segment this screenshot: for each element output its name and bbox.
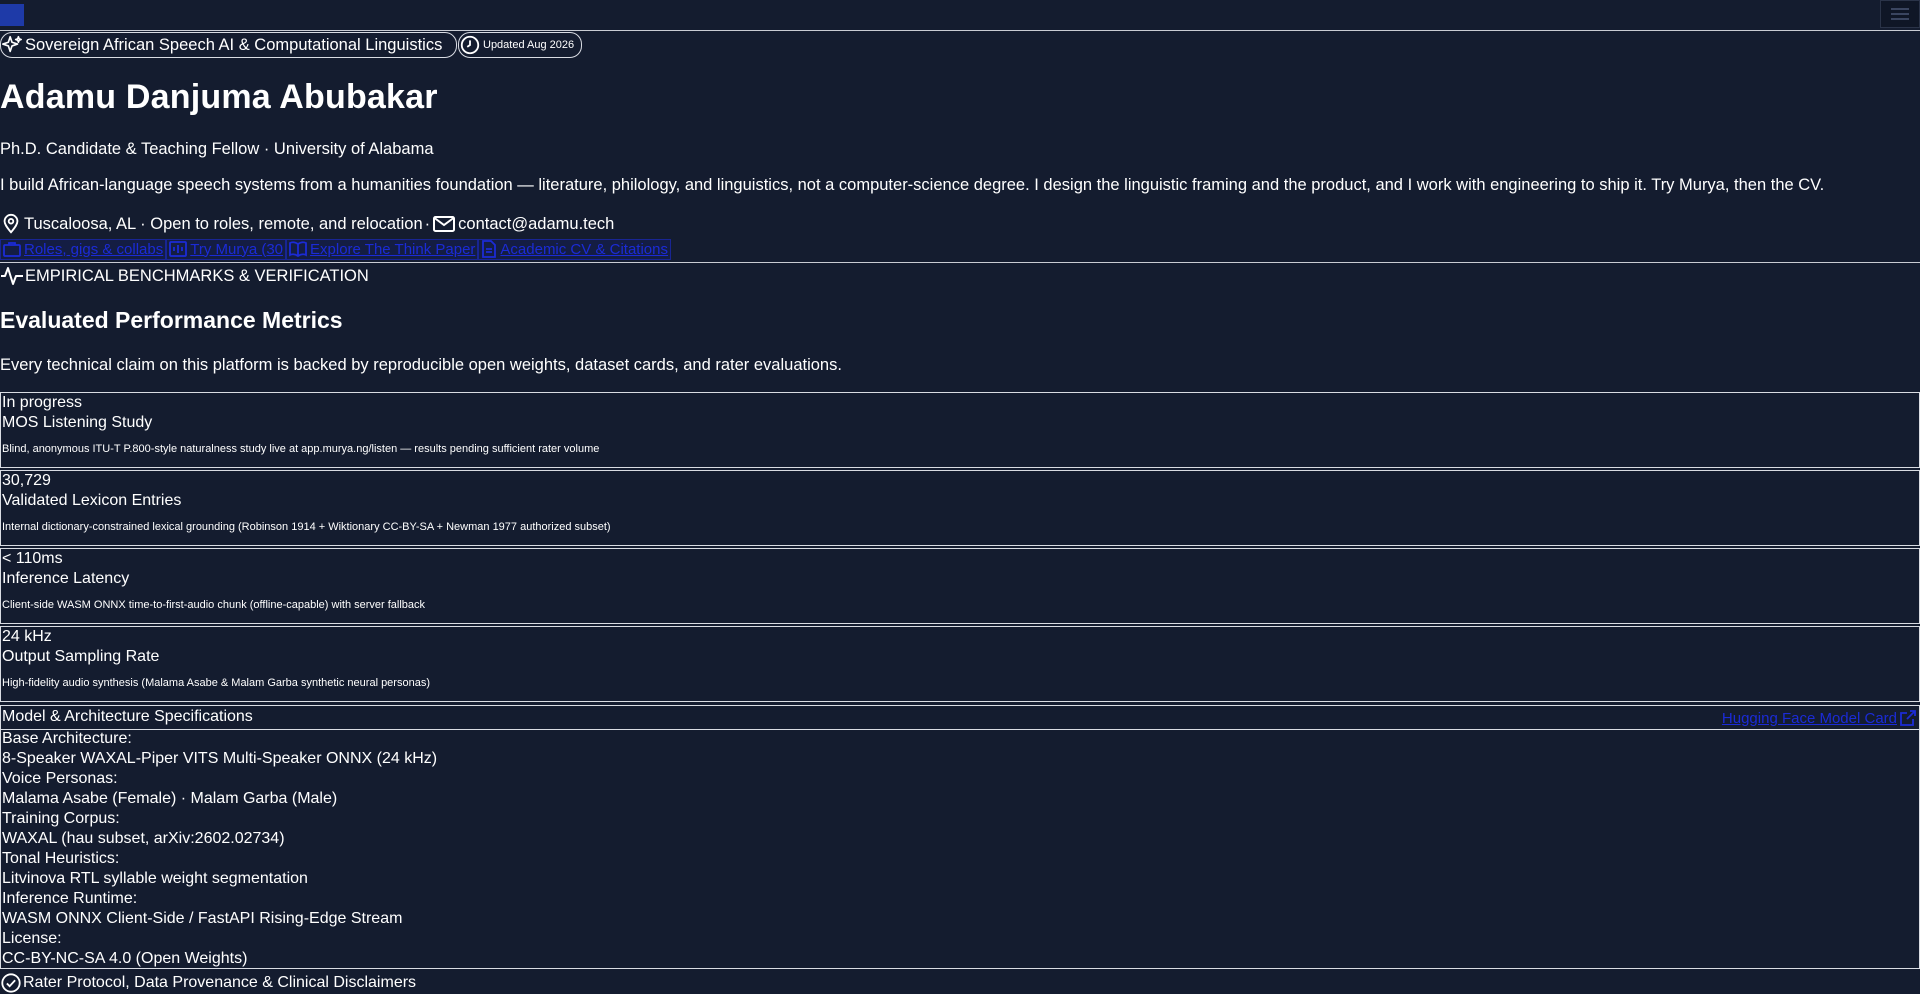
external-link-icon xyxy=(1899,709,1917,727)
briefcase-icon xyxy=(3,241,21,257)
try-murya-link[interactable]: Try Murya (30 xyxy=(166,238,287,260)
model-card-link[interactable]: Hugging Face Model Card xyxy=(1722,709,1917,727)
audio-icon xyxy=(169,241,188,257)
metric-value: 30,729 xyxy=(2,472,51,489)
role-line: Ph.D. Candidate & Teaching Fellow · Univ… xyxy=(0,140,434,158)
metric-description: High-fidelity audio synthesis (Malama As… xyxy=(2,677,430,689)
focus-tag: Sovereign African Speech AI & Computatio… xyxy=(0,32,457,58)
spec-value: 8-Speaker WAXAL-Piper VITS Multi-Speaker… xyxy=(2,750,438,767)
document-icon xyxy=(481,240,497,258)
disclaimers-header[interactable]: Rater Protocol, Data Provenance & Clinic… xyxy=(0,972,416,994)
page-title: Adamu Danjuma Abubakar xyxy=(0,78,438,116)
metric-value: In progress xyxy=(2,394,83,411)
metric-description: Client-side WASM ONNX time-to-first-audi… xyxy=(2,599,426,611)
academic-cv-label: Academic CV & Citations xyxy=(500,240,668,258)
spec-label: License: xyxy=(2,930,62,947)
sparkle-icon xyxy=(1,34,23,56)
metric-value: < 110ms xyxy=(2,550,63,567)
metric-description: Internal dictionary-constrained lexical … xyxy=(2,521,611,533)
spec-label: Tonal Heuristics: xyxy=(2,850,120,867)
spec-label: Inference Runtime: xyxy=(2,890,138,907)
metric-card-latency: < 110ms Inference Latency Client-side WA… xyxy=(0,548,1920,624)
try-murya-label: Try Murya (30 xyxy=(190,240,284,258)
clock-icon xyxy=(459,34,481,56)
hero-links: Roles, gigs & collabs Try Murya (30 Expl… xyxy=(0,238,671,260)
spec-value: Malama Asabe (Female) · Malam Garba (Mal… xyxy=(2,790,338,807)
specs-list: Base Architecture: 8-Speaker WAXAL-Piper… xyxy=(0,729,1920,969)
location-text: Tuscaloosa, AL · Open to roles, remote, … xyxy=(24,214,423,233)
specs-header: Model & Architecture Specifications Hugg… xyxy=(0,705,1920,730)
separator: · xyxy=(424,214,431,233)
think-paper-link[interactable]: Explore The Think Paper xyxy=(286,238,479,260)
metric-card-lexicon: 30,729 Validated Lexicon Entries Interna… xyxy=(0,470,1920,546)
metric-title: Validated Lexicon Entries xyxy=(2,492,182,509)
top-bar xyxy=(0,0,1920,31)
section-subtitle: Every technical claim on this platform i… xyxy=(0,356,842,374)
book-icon xyxy=(289,241,307,257)
academic-cv-link[interactable]: Academic CV & Citations xyxy=(478,238,671,260)
site-logo[interactable] xyxy=(0,4,24,26)
spec-label: Base Architecture: xyxy=(2,730,132,747)
benchmarks-eyebrow-label: EMPIRICAL BENCHMARKS & VERIFICATION xyxy=(25,266,369,285)
section-divider xyxy=(0,262,1920,263)
bio: I build African-language speech systems … xyxy=(0,176,1825,194)
metric-title: Inference Latency xyxy=(2,570,130,587)
metric-value: 24 kHz xyxy=(2,628,52,645)
metric-title: Output Sampling Rate xyxy=(2,648,160,665)
spec-label: Voice Personas: xyxy=(2,770,118,787)
benchmarks-eyebrow: EMPIRICAL BENCHMARKS & VERIFICATION xyxy=(0,264,369,288)
mail-icon xyxy=(432,213,456,235)
spec-label: Training Corpus: xyxy=(2,810,120,827)
spec-value: CC-BY-NC-SA 4.0 (Open Weights) xyxy=(2,950,248,967)
section-title: Evaluated Performance Metrics xyxy=(0,307,343,333)
updated-label: Updated Aug 2026 xyxy=(483,39,575,51)
metric-description: Blind, anonymous ITU-T P.800-style natur… xyxy=(2,443,600,455)
contact-row: Tuscaloosa, AL · Open to roles, remote, … xyxy=(0,213,614,235)
think-paper-label: Explore The Think Paper xyxy=(310,240,476,258)
roles-link-label: Roles, gigs & collabs xyxy=(24,240,164,258)
roles-link[interactable]: Roles, gigs & collabs xyxy=(0,238,167,260)
check-circle-icon xyxy=(0,972,22,994)
map-pin-icon xyxy=(0,213,22,235)
metric-card-sampling: 24 kHz Output Sampling Rate High-fidelit… xyxy=(0,626,1920,702)
disclaimers-title: Rater Protocol, Data Provenance & Clinic… xyxy=(23,974,417,991)
activity-icon xyxy=(0,264,24,288)
spec-value: WASM ONNX Client-Side / FastAPI Rising-E… xyxy=(2,910,403,927)
menu-icon xyxy=(1891,7,1909,21)
focus-tag-label: Sovereign African Speech AI & Computatio… xyxy=(25,35,443,54)
metric-title: MOS Listening Study xyxy=(2,414,153,431)
email-link[interactable]: contact@adamu.tech xyxy=(458,215,614,234)
spec-value: Litvinova RTL syllable weight segmentati… xyxy=(2,870,308,887)
specs-title: Model & Architecture Specifications xyxy=(2,708,253,725)
menu-button[interactable] xyxy=(1880,0,1920,28)
metric-card-mos: In progress MOS Listening Study Blind, a… xyxy=(0,392,1920,468)
model-card-link-label: Hugging Face Model Card xyxy=(1721,709,1897,727)
updated-badge: Updated Aug 2026 xyxy=(458,32,582,58)
spec-value: WAXAL (hau subset, arXiv:2602.02734) xyxy=(2,830,285,847)
